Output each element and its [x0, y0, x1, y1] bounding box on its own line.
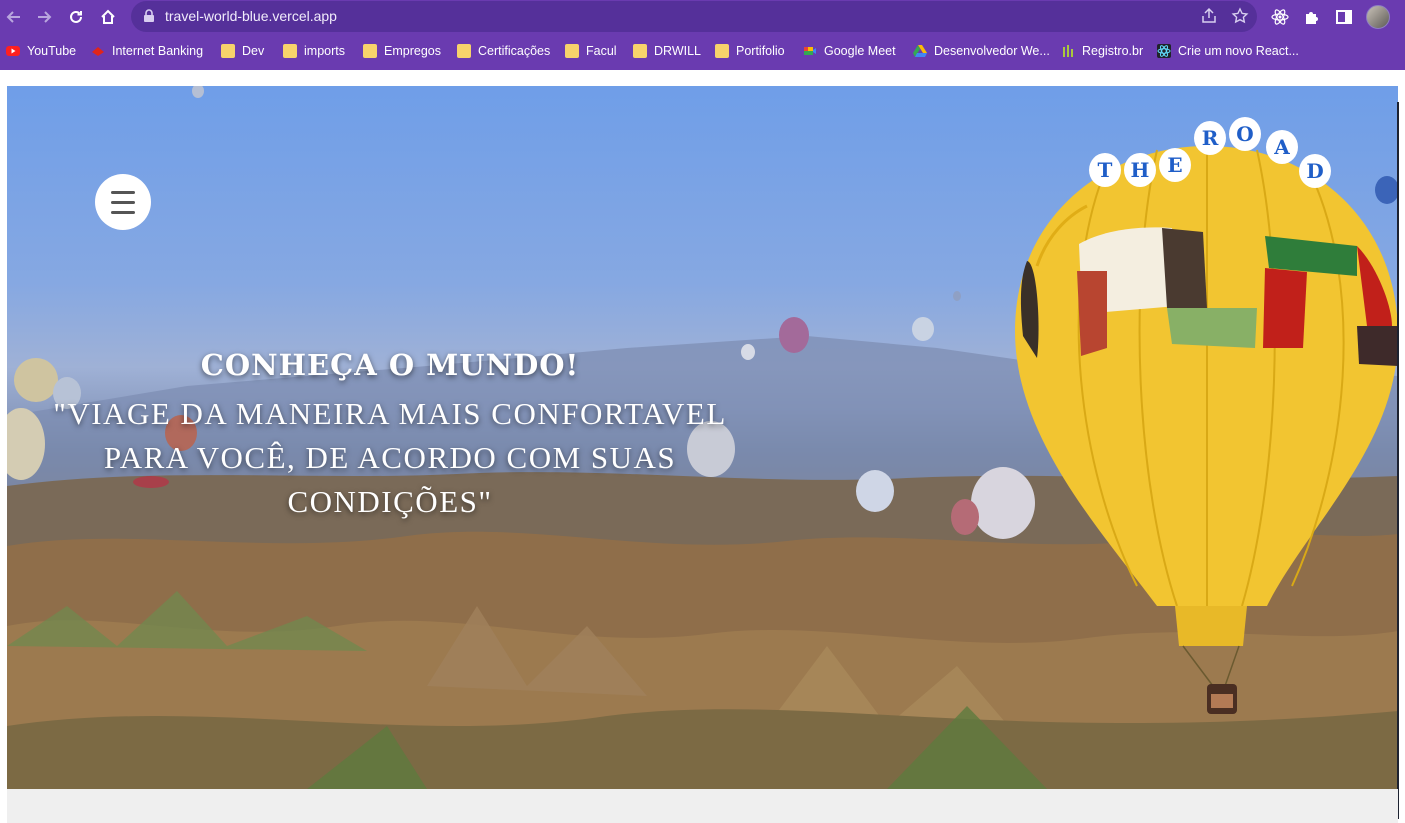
react-icon — [1157, 44, 1171, 58]
page-viewport: CONHEÇA O MUNDO! "VIAGE DA MANEIRA MAIS … — [0, 70, 1405, 823]
logo-letter-a: A — [1266, 130, 1298, 164]
bookmark-label: Facul — [586, 44, 617, 58]
bookmark-label: Desenvolvedor We... — [934, 44, 1050, 58]
react-icon — [1271, 9, 1289, 25]
menu-toggle-button[interactable] — [95, 174, 151, 230]
reload-icon — [70, 10, 82, 23]
menu-icon-bar — [111, 211, 135, 214]
logo-letter-r: R — [1194, 121, 1226, 155]
bookmark-label: Google Meet — [824, 44, 896, 58]
star-icon[interactable] — [1231, 7, 1249, 25]
bookmark-label: DRWILL — [654, 44, 702, 58]
next-section — [7, 789, 1398, 823]
hero-subtitle: "VIAGE DA MANEIRA MAIS CONFORTAVEL PARA … — [53, 396, 727, 519]
bookmark-label: Crie um novo React... — [1178, 44, 1299, 58]
folder-icon — [457, 44, 471, 58]
hero-title: CONHEÇA O MUNDO! — [200, 348, 580, 382]
bank-icon — [92, 47, 104, 56]
bookmark-folder-dev[interactable]: Dev — [221, 38, 264, 64]
bookmark-folder-certificacoes[interactable]: Certificações — [457, 38, 550, 64]
profile-avatar[interactable] — [1366, 5, 1390, 29]
hero-section: CONHEÇA O MUNDO! "VIAGE DA MANEIRA MAIS … — [7, 86, 1398, 789]
bookmark-folder-portifolio[interactable]: Portifolio — [715, 38, 785, 64]
bookmark-label: Certificações — [478, 44, 551, 58]
bookmark-label: Dev — [242, 44, 265, 58]
google-drive-icon — [913, 45, 927, 57]
side-panel-icon — [1336, 10, 1352, 24]
reload-button[interactable] — [64, 5, 88, 29]
browser-chrome: travel-world-blue.vercel.app YouTube Int… — [0, 0, 1405, 70]
youtube-icon — [6, 46, 20, 56]
bookmark-folder-facul[interactable]: Facul — [565, 38, 617, 64]
bookmark-google-meet[interactable]: Google Meet — [803, 38, 896, 64]
folder-icon — [363, 44, 377, 58]
bookmark-label: Registro.br — [1082, 44, 1144, 58]
bookmarks-bar: YouTube Internet Banking Dev imports Emp… — [0, 38, 1405, 64]
registro-icon — [1063, 45, 1073, 57]
hero-border — [1397, 102, 1399, 819]
folder-icon — [221, 44, 235, 58]
bookmark-label: Empregos — [384, 44, 441, 58]
folder-icon — [715, 44, 729, 58]
arrow-left-icon — [6, 11, 20, 23]
bookmark-google-drive[interactable]: Desenvolvedor We... — [913, 38, 1050, 64]
logo-letter-o: O — [1229, 117, 1261, 151]
google-meet-icon — [804, 47, 816, 55]
extensions-button[interactable] — [1300, 5, 1324, 29]
bookmark-folder-empregos[interactable]: Empregos — [363, 38, 441, 64]
folder-icon — [565, 44, 579, 58]
logo-letter-e: E — [1159, 148, 1191, 182]
react-devtools-button[interactable] — [1268, 5, 1292, 29]
puzzle-icon — [1306, 12, 1318, 24]
logo-letter-d: D — [1299, 154, 1331, 188]
side-panel-button[interactable] — [1332, 5, 1356, 29]
bookmark-label: Internet Banking — [112, 44, 204, 58]
browser-toolbar: travel-world-blue.vercel.app — [0, 0, 1405, 34]
home-icon — [101, 9, 115, 24]
back-button[interactable] — [2, 5, 26, 29]
bookmark-label: Portifolio — [736, 44, 785, 58]
menu-icon-bar — [111, 201, 135, 204]
share-icon[interactable] — [1200, 7, 1218, 25]
home-button[interactable] — [96, 5, 120, 29]
logo-letter-t: T — [1089, 153, 1121, 187]
bookmark-label: imports — [304, 44, 345, 58]
bookmark-label: YouTube — [27, 44, 77, 58]
menu-icon-bar — [111, 191, 135, 194]
folder-icon — [283, 44, 297, 58]
lock-icon — [144, 9, 154, 22]
address-bar[interactable]: travel-world-blue.vercel.app — [131, 1, 1257, 32]
bookmark-internet-banking[interactable]: Internet Banking — [91, 38, 203, 64]
url-text: travel-world-blue.vercel.app — [165, 8, 337, 24]
bookmark-create-react-app[interactable]: Crie um novo React... — [1157, 38, 1299, 64]
forward-button[interactable] — [32, 5, 56, 29]
logo-letter-h: H — [1124, 153, 1156, 187]
folder-icon — [633, 44, 647, 58]
bookmark-registro-br[interactable]: Registro.br — [1061, 38, 1143, 64]
bookmark-youtube[interactable]: YouTube — [6, 38, 76, 64]
bookmark-folder-imports[interactable]: imports — [283, 38, 345, 64]
bookmark-folder-drwill[interactable]: DRWILL — [633, 38, 701, 64]
arrow-right-icon — [38, 11, 52, 23]
